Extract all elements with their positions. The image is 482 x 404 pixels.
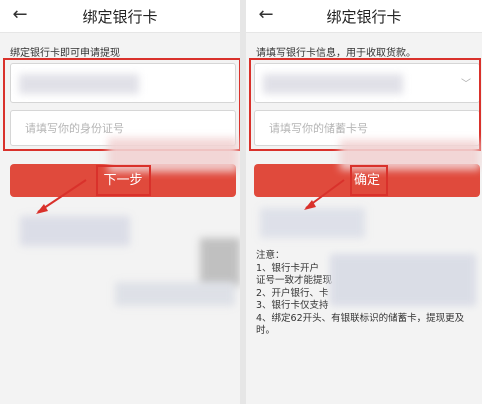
pointer-arrow	[304, 179, 345, 210]
pointer-arrow	[36, 179, 87, 214]
right-phone-screen: ← 绑定银行卡 请填写银行卡信息，用于收取货款。 ﹀ 请填写你的储蓄卡号 确定 …	[246, 0, 482, 404]
left-phone-screen: ← 绑定银行卡 绑定银行卡即可申请提现 请填写你的身份证号 下一步	[0, 0, 240, 404]
